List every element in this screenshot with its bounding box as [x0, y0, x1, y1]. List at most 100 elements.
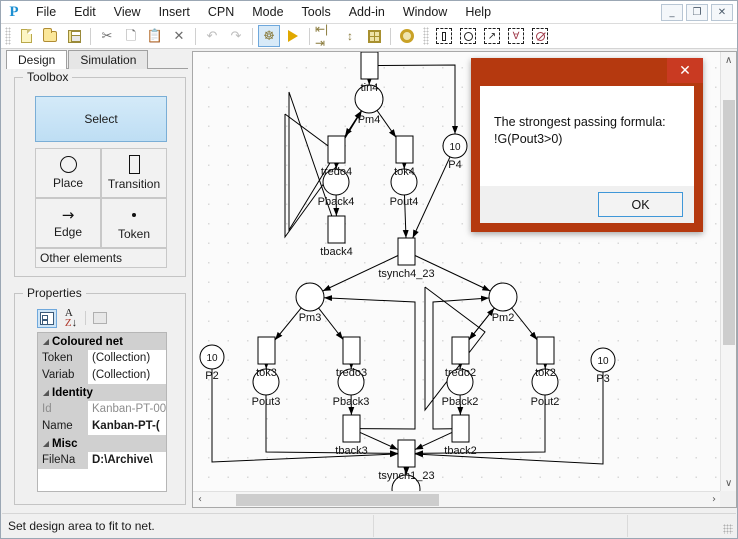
- menu-item-file[interactable]: File: [27, 2, 65, 23]
- net-arc[interactable]: [511, 307, 538, 341]
- transition-node[interactable]: tin4: [360, 52, 379, 94]
- close-button[interactable]: ✕: [711, 4, 733, 21]
- redo-icon[interactable]: ↷: [225, 25, 247, 47]
- paste-icon[interactable]: 📋: [144, 25, 166, 47]
- place-node[interactable]: Pm3: [295, 282, 325, 324]
- net-arc[interactable]: [323, 295, 416, 430]
- transition-node[interactable]: tsynch4_23: [378, 237, 435, 280]
- place-node[interactable]: 10 P3: [590, 347, 616, 385]
- transition-node[interactable]: tredo3: [336, 336, 367, 379]
- alphabetical-sort-icon[interactable]: A Z↓: [61, 308, 81, 329]
- run-icon[interactable]: [282, 25, 304, 47]
- restore-button[interactable]: ❐: [686, 4, 708, 21]
- dialog-ok-button[interactable]: OK: [598, 192, 683, 217]
- property-value[interactable]: D:\Archive\: [88, 452, 166, 469]
- transition-node[interactable]: tback2: [444, 414, 477, 457]
- fit-net-icon[interactable]: ☸: [258, 25, 280, 47]
- collapse-triangle-icon[interactable]: ◢: [40, 337, 52, 346]
- transition-node[interactable]: tredo4: [321, 135, 352, 178]
- collapse-triangle-icon[interactable]: ◢: [40, 388, 52, 397]
- property-row[interactable]: Name Kanban-PT-(: [38, 418, 166, 435]
- property-row[interactable]: Id Kanban-PT-00: [38, 401, 166, 418]
- horizontal-scroll-thumb[interactable]: [236, 494, 439, 506]
- menu-item-edit[interactable]: Edit: [65, 2, 105, 23]
- property-pages-icon[interactable]: [90, 309, 110, 328]
- menu-item-tools[interactable]: Tools: [293, 2, 340, 23]
- menu-item-help[interactable]: Help: [456, 2, 500, 23]
- cut-icon[interactable]: ✂: [96, 25, 118, 47]
- select-place-icon[interactable]: [457, 25, 479, 47]
- place-node[interactable]: 10 P2: [199, 344, 225, 382]
- select-transition-icon[interactable]: [433, 25, 455, 47]
- tool-token-button[interactable]: Token: [101, 198, 167, 248]
- dialog-close-icon[interactable]: ✕: [667, 58, 703, 83]
- new-file-icon[interactable]: [15, 25, 37, 47]
- canvas-vertical-scrollbar[interactable]: ∧ ∨: [720, 52, 736, 492]
- menu-item-view[interactable]: View: [105, 2, 150, 23]
- place-node[interactable]: Pm2: [488, 282, 518, 324]
- property-row[interactable]: Variab (Collection): [38, 367, 166, 384]
- property-row[interactable]: FileNa D:\Archive\: [38, 452, 166, 469]
- tab-design[interactable]: Design: [6, 50, 68, 69]
- select-inhibitor-icon[interactable]: ∀: [505, 25, 527, 47]
- tool-place-button[interactable]: Place: [35, 148, 101, 198]
- select-reset-icon[interactable]: [529, 25, 551, 47]
- net-arc[interactable]: [318, 307, 344, 340]
- property-category-row[interactable]: ◢ Misc: [38, 435, 166, 452]
- toolbar-grip[interactable]: [5, 27, 11, 45]
- collapse-triangle-icon[interactable]: ◢: [40, 439, 52, 448]
- property-grid[interactable]: ◢ Coloured net Token (Collection) Variab…: [37, 332, 167, 492]
- transition-node[interactable]: tok2: [535, 336, 556, 379]
- align-vertical-icon[interactable]: ↕: [339, 25, 361, 47]
- categorized-view-icon[interactable]: [37, 308, 57, 328]
- copy-icon[interactable]: 🗋: [120, 25, 142, 47]
- tool-edge-button[interactable]: → Edge: [35, 198, 101, 248]
- properties-toolbar-separator: [85, 311, 86, 325]
- scroll-right-icon[interactable]: ›: [712, 494, 716, 505]
- menu-item-mode[interactable]: Mode: [243, 2, 292, 23]
- delete-icon[interactable]: ✕: [168, 25, 190, 47]
- transition-node[interactable]: tok4: [394, 135, 415, 178]
- net-arc[interactable]: [377, 64, 458, 134]
- minimize-button[interactable]: _: [661, 4, 683, 21]
- undo-icon[interactable]: ↶: [201, 25, 223, 47]
- property-value[interactable]: (Collection): [88, 367, 166, 384]
- scroll-up-icon[interactable]: ∧: [725, 55, 732, 66]
- property-value[interactable]: Kanban-PT-(: [88, 418, 166, 435]
- vertical-scroll-thumb[interactable]: [723, 100, 735, 345]
- toolbar-grip-2[interactable]: [423, 27, 429, 45]
- align-horizontal-icon[interactable]: ⇤|⇥: [315, 22, 337, 50]
- scroll-down-icon[interactable]: ∨: [725, 478, 732, 489]
- scroll-left-icon[interactable]: ‹: [198, 494, 202, 505]
- net-arc[interactable]: [468, 307, 495, 341]
- tab-simulation[interactable]: Simulation: [68, 50, 149, 69]
- menu-item-window[interactable]: Window: [394, 2, 456, 23]
- net-arc[interactable]: [211, 369, 399, 463]
- tool-select-button[interactable]: Select: [35, 96, 167, 142]
- select-edge-icon[interactable]: ↗: [481, 25, 503, 47]
- tool-transition-button[interactable]: Transition: [101, 148, 167, 198]
- transition-node[interactable]: tback4: [320, 215, 353, 258]
- net-arc[interactable]: [274, 307, 302, 341]
- resize-grip[interactable]: [723, 524, 733, 534]
- canvas-horizontal-scrollbar[interactable]: ‹ ›: [193, 491, 721, 507]
- property-row[interactable]: Token (Collection): [38, 350, 166, 367]
- settings-gear-icon[interactable]: [396, 25, 418, 47]
- grid-icon[interactable]: [363, 25, 385, 47]
- menu-item-addin[interactable]: Add-in: [340, 2, 394, 23]
- property-value[interactable]: (Collection): [88, 350, 166, 367]
- transition-node[interactable]: tsynch1_23: [378, 439, 435, 482]
- menu-item-insert[interactable]: Insert: [150, 2, 199, 23]
- transition-node[interactable]: tredo2: [445, 336, 476, 379]
- property-category-row[interactable]: ◢ Identity: [38, 384, 166, 401]
- tool-other-elements-button[interactable]: Other elements: [35, 248, 167, 268]
- open-folder-icon[interactable]: [39, 25, 61, 47]
- dialog-titlebar[interactable]: ✕: [471, 58, 703, 86]
- menu-item-cpn[interactable]: CPN: [199, 2, 243, 23]
- property-category-row[interactable]: ◢ Coloured net: [38, 333, 166, 350]
- save-icon[interactable]: [63, 25, 85, 47]
- transition-node[interactable]: tok3: [256, 336, 277, 379]
- net-arc[interactable]: [288, 91, 363, 232]
- net-arc[interactable]: [414, 395, 546, 457]
- transition-node[interactable]: tback3: [335, 414, 368, 457]
